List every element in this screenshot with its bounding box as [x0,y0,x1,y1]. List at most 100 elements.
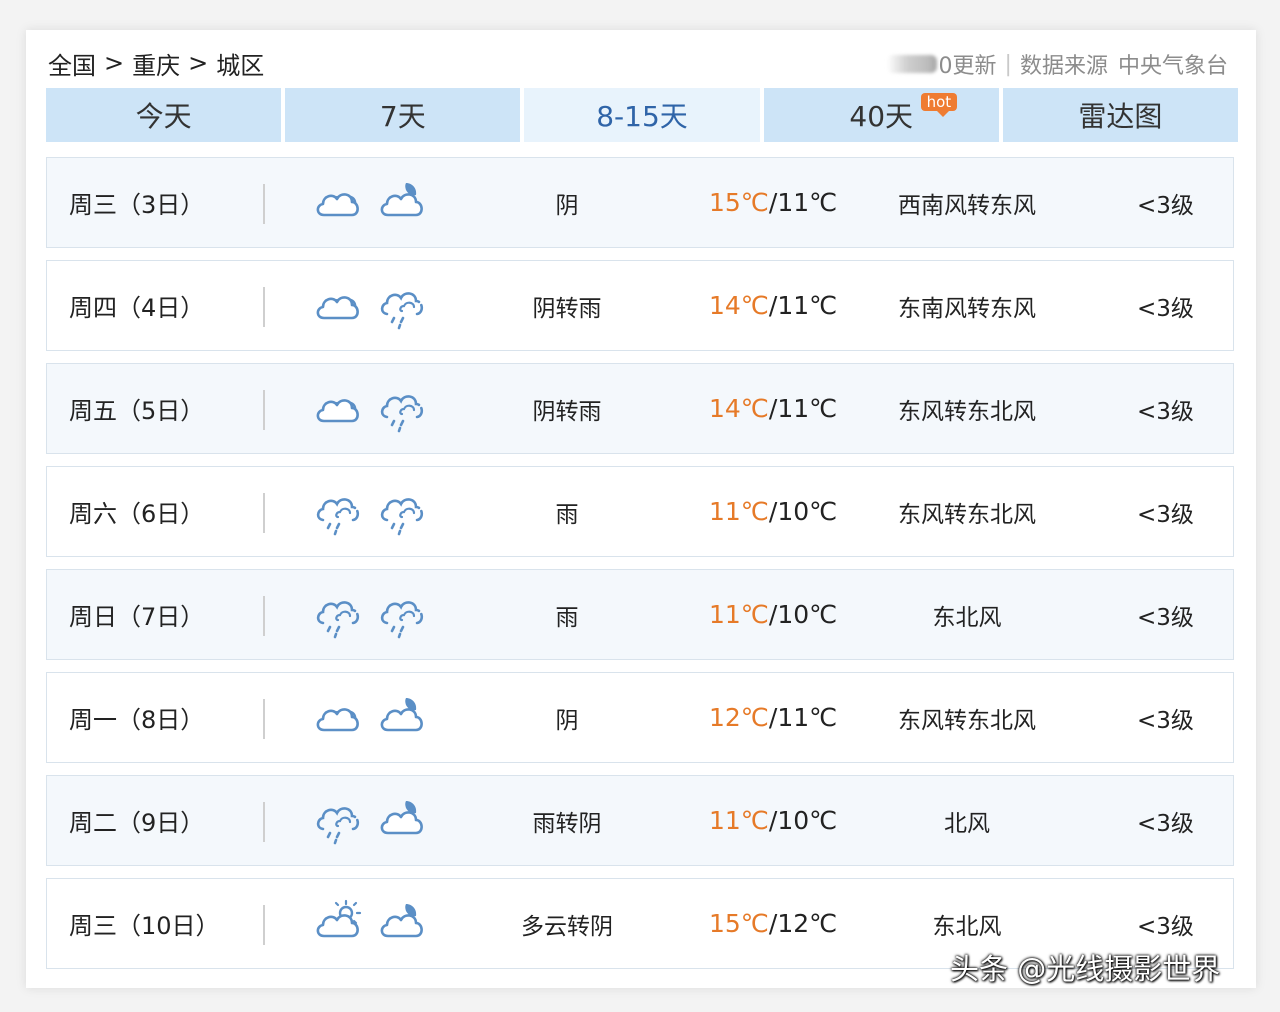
day-label: 周三（10日） [69,912,220,940]
wind-level: <3级 [1137,810,1194,837]
day-label: 周一（8日） [69,706,205,734]
cloud-icon [312,278,364,334]
weather-desc: 阴 [555,707,579,734]
low-temp: /10℃ [768,806,838,835]
high-temp: 15℃ [709,188,769,217]
update-text: 0更新 [938,54,997,79]
tab-7-days[interactable]: 7天 [285,88,521,142]
breadcrumb: 全国 > 重庆 > 城区 [48,46,264,80]
wind-direction: 东北风 [932,604,1002,631]
rain-icon [376,278,428,334]
forecast-tabs: 今天 7天 8-15天 40天 hot 雷达图 [46,88,1239,142]
weather-icons [312,879,428,968]
cloud-icon [312,381,364,437]
sun-cloud-icon [312,896,364,952]
breadcrumb-separator: > [188,49,209,77]
day-label: 周三（3日） [69,191,205,219]
tab-today[interactable]: 今天 [46,88,282,142]
low-temp: /11℃ [768,703,838,732]
hot-badge: hot [920,93,958,117]
weather-desc: 多云转阴 [521,913,613,940]
temperature: 14℃/11℃ [709,364,837,453]
wind-level: <3级 [1137,398,1194,425]
wind-direction: 东风转东北风 [898,707,1036,734]
weather-icons [312,570,428,659]
rain-icon [376,484,428,540]
wind-direction: 北风 [944,810,990,837]
high-temp: 15℃ [709,909,769,938]
weather-desc: 雨转阴 [532,810,602,837]
divider [263,699,265,739]
source-name: 中央气象台 [1117,54,1228,79]
wind-level: <3级 [1137,295,1194,322]
source-label: 数据来源 [1019,54,1108,79]
low-temp: /11℃ [768,188,838,217]
tab-label: 40天 [849,100,914,133]
weather-icons [312,776,428,865]
tab-label: 今天 [135,100,192,133]
day-label: 周六（6日） [69,500,205,528]
divider [263,905,265,945]
forecast-row: 周五（5日） 阴转雨 14℃/11℃ 东风转东北风 <3级 [46,363,1234,454]
weather-desc: 雨 [555,604,579,631]
low-temp: /12℃ [768,909,838,938]
wind-direction: 东风转东北风 [898,501,1036,528]
rain-icon [312,793,364,849]
breadcrumb-national[interactable]: 全国 [48,46,96,81]
rain-icon [376,587,428,643]
cloud-icon [312,175,364,231]
temperature: 14℃/11℃ [709,261,837,350]
divider [263,493,265,533]
day-label: 周五（5日） [69,397,205,425]
tab-label: 雷达图 [1078,100,1163,133]
watermark: 头条 @光线摄影世界 [950,952,1221,986]
low-temp: /10℃ [768,497,838,526]
breadcrumb-separator: > [104,49,125,77]
day-label: 周日（7日） [69,603,205,631]
low-temp: /11℃ [768,291,838,320]
weather-card: 全国 > 重庆 > 城区 0更新 | 数据来源 中央气象台 今天 7天 8-15… [26,30,1256,988]
weather-icons [312,158,428,247]
tab-radar[interactable]: 雷达图 [1002,88,1239,142]
high-temp: 14℃ [709,291,769,320]
breadcrumb-district: 城区 [216,51,265,80]
moon-cloud-icon [376,896,428,952]
weather-desc: 雨 [555,501,579,528]
data-source-info: 0更新 | 数据来源 中央气象台 [886,48,1228,80]
blurred-time [886,55,937,73]
forecast-row: 周六（6日） 雨 11℃/10℃ 东风转东北风 <3级 [46,466,1234,557]
weather-icons [312,467,428,556]
wind-direction: 东南风转东风 [898,295,1036,322]
wind-direction: 东风转东北风 [898,398,1036,425]
high-temp: 14℃ [709,394,769,423]
temperature: 11℃/10℃ [709,467,837,556]
weather-desc: 阴转雨 [532,398,602,425]
divider [263,184,265,224]
temperature: 12℃/11℃ [709,673,837,762]
high-temp: 11℃ [709,600,769,629]
forecast-row: 周二（9日） 雨转阴 11℃/10℃ 北风 <3级 [46,775,1234,866]
forecast-row: 周四（4日） 阴转雨 14℃/11℃ 东南风转东风 <3级 [46,260,1234,351]
tab-40-days[interactable]: 40天 hot [763,88,999,142]
tab-8-15-days[interactable]: 8-15天 [524,88,760,142]
rain-icon [376,381,428,437]
breadcrumb-chongqing[interactable]: 重庆 [132,46,180,81]
temperature: 15℃/11℃ [709,158,837,247]
moon-cloud-icon [376,690,428,746]
divider: | [1004,51,1012,77]
weather-desc: 阴 [555,192,579,219]
moon-cloud-icon [376,793,428,849]
high-temp: 11℃ [709,497,769,526]
low-temp: /10℃ [768,600,838,629]
high-temp: 12℃ [709,703,769,732]
rain-icon [312,587,364,643]
wind-level: <3级 [1137,501,1194,528]
weather-icons [312,261,428,350]
day-label: 周二（9日） [69,809,205,837]
temperature: 11℃/10℃ [709,570,837,659]
divider [263,287,265,327]
weather-icons [312,364,428,453]
temperature: 11℃/10℃ [709,776,837,865]
divider [263,596,265,636]
moon-cloud-icon [376,175,428,231]
